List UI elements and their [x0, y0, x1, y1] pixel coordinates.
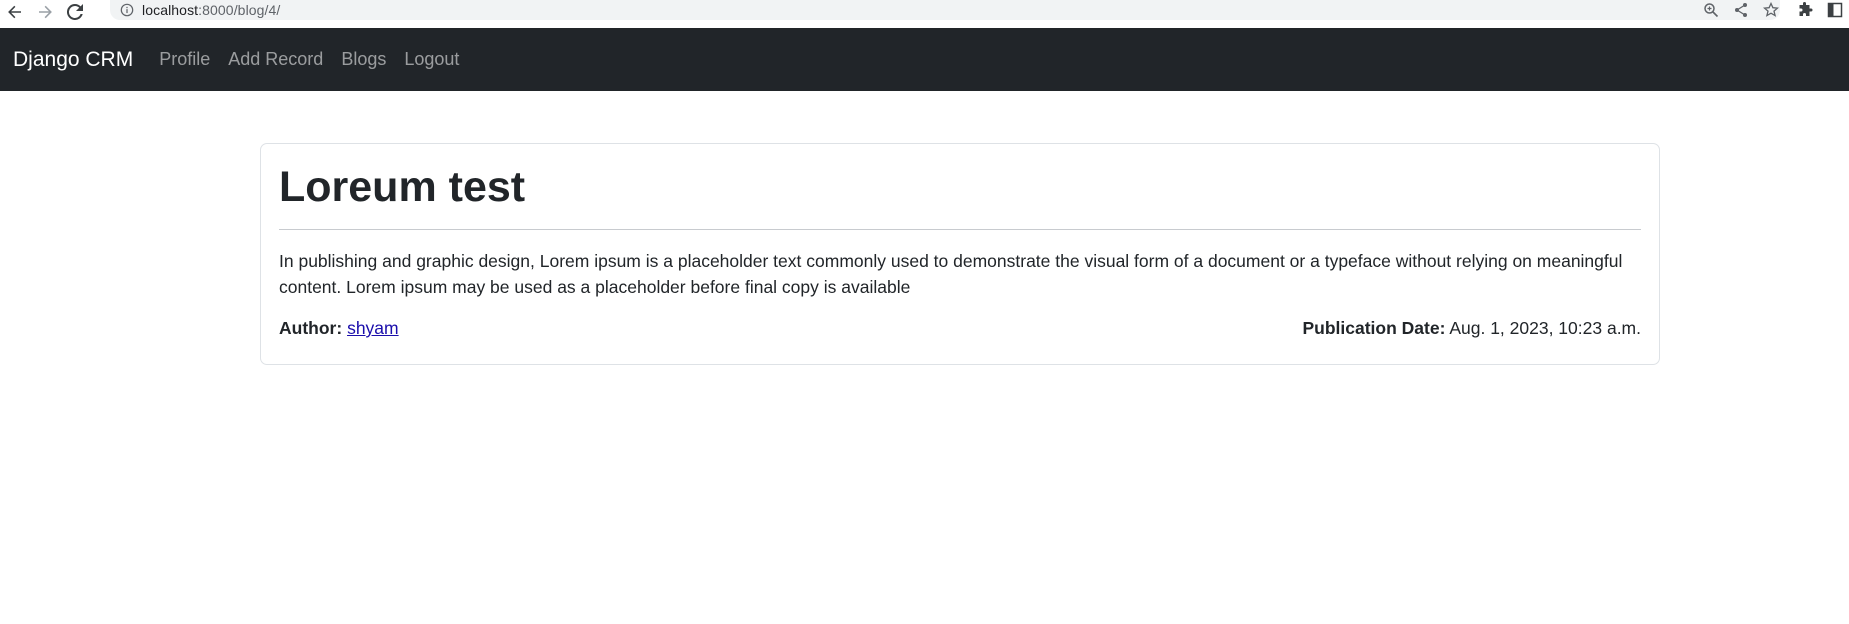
side-panel-icon[interactable]	[1827, 2, 1843, 18]
bookmark-star-icon[interactable]	[1763, 2, 1779, 18]
publication-date-label: Publication Date:	[1302, 318, 1446, 339]
extension-area	[1797, 0, 1849, 20]
back-arrow-icon[interactable]	[0, 0, 30, 24]
nav-link-blogs[interactable]: Blogs	[341, 49, 386, 70]
zoom-icon[interactable]	[1703, 2, 1719, 18]
site-info-icon[interactable]	[120, 3, 134, 17]
blog-post-card: Loreum test In publishing and graphic de…	[260, 143, 1660, 365]
forward-arrow-icon[interactable]	[30, 0, 60, 24]
nav-link-profile[interactable]: Profile	[159, 49, 210, 70]
publication-date-info: Publication Date: Aug. 1, 2023, 10:23 a.…	[1302, 318, 1641, 339]
author-info: Author: shyam	[279, 318, 399, 339]
author-link[interactable]: shyam	[347, 318, 399, 338]
publication-date-value: Aug. 1, 2023, 10:23 a.m.	[1449, 318, 1641, 339]
post-body: In publishing and graphic design, Lorem …	[279, 250, 1623, 297]
address-bar[interactable]: localhost:8000/blog/4/	[110, 0, 1780, 20]
post-title: Loreum test	[279, 163, 526, 211]
url-text: localhost:8000/blog/4/	[142, 2, 281, 18]
browser-toolbar: localhost:8000/blog/4/	[0, 0, 1849, 24]
post-meta: Author: shyam Publication Date: Aug. 1, …	[279, 318, 1641, 339]
nav-link-add-record[interactable]: Add Record	[228, 49, 323, 70]
nav-link-logout[interactable]: Logout	[404, 49, 459, 70]
author-label: Author:	[279, 318, 343, 339]
extensions-puzzle-icon[interactable]	[1797, 2, 1813, 18]
top-navbar: Django CRM Profile Add Record Blogs Logo…	[0, 28, 1849, 91]
brand-link[interactable]: Django CRM	[13, 48, 133, 72]
omnibox-actions	[1703, 0, 1779, 20]
title-divider	[279, 228, 1641, 230]
share-icon[interactable]	[1733, 2, 1749, 18]
reload-icon[interactable]	[60, 0, 90, 24]
